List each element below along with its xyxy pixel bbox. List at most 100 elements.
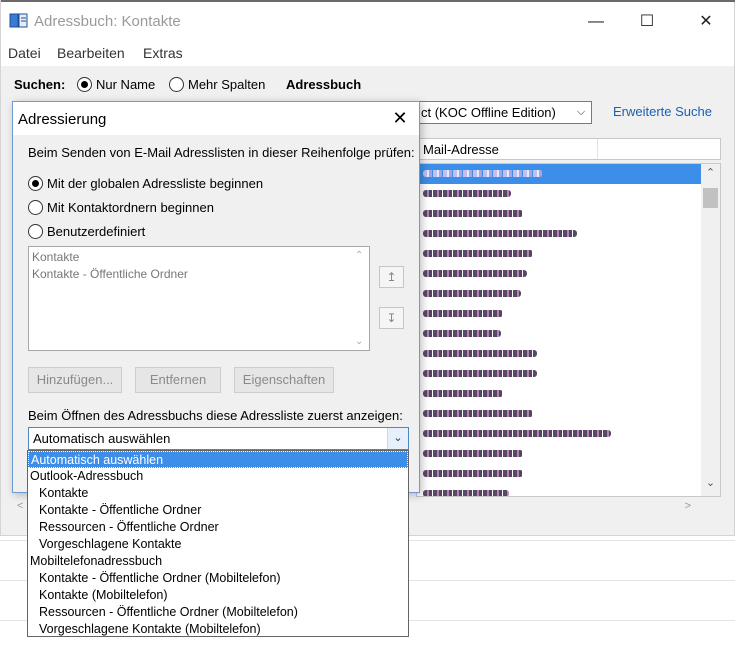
remove-button[interactable]: Entfernen <box>135 367 221 393</box>
radio-contact-folders[interactable] <box>28 200 43 215</box>
redacted-email <box>423 410 533 417</box>
scroll-left-icon[interactable]: < <box>17 500 23 512</box>
open-list-label: Beim Öffnen des Adressbuchs diese Adress… <box>28 408 403 423</box>
radio-custom-label: Benutzerdefiniert <box>47 224 146 239</box>
contact-row[interactable] <box>417 224 720 244</box>
scroll-up-icon[interactable]: ⌃ <box>355 250 363 261</box>
menu-datei[interactable]: Datei <box>8 45 41 61</box>
column-mail-address[interactable]: Mail-Adresse <box>423 142 499 157</box>
radio-more-columns-label: Mehr Spalten <box>188 77 266 92</box>
redacted-email <box>423 170 543 177</box>
order-list-scrollbar[interactable]: ⌃ ⌄ <box>352 247 369 350</box>
scroll-up-icon[interactable]: ⌃ <box>701 166 720 184</box>
column-separator[interactable] <box>597 139 598 159</box>
contact-list-header: Mail-Adresse <box>416 138 721 160</box>
chevron-down-icon[interactable]: ⌄ <box>387 428 408 449</box>
contact-rows <box>417 164 720 496</box>
contact-row[interactable] <box>417 404 720 424</box>
redacted-email <box>423 450 523 457</box>
redacted-email <box>423 390 503 397</box>
properties-button[interactable]: Eigenschaften <box>234 367 334 393</box>
menu-extras[interactable]: Extras <box>143 45 183 61</box>
contact-row[interactable] <box>417 384 720 404</box>
address-book-select-value: ct (KOC Offline Edition) <box>421 105 556 120</box>
contact-row[interactable] <box>417 344 720 364</box>
contact-row[interactable] <box>417 444 720 464</box>
contact-row[interactable] <box>417 424 720 444</box>
contact-row[interactable] <box>417 364 720 384</box>
redacted-email <box>423 430 611 437</box>
scroll-down-icon[interactable]: ⌄ <box>355 336 363 347</box>
add-button[interactable]: Hinzufügen... <box>28 367 122 393</box>
radio-global-list[interactable] <box>28 176 43 191</box>
list-item[interactable]: Kontakte <box>32 250 79 264</box>
close-window-button[interactable]: ✕ <box>683 8 729 36</box>
scroll-down-icon[interactable]: ⌄ <box>701 476 720 494</box>
dropdown-option[interactable]: Vorgeschlagene Kontakte <box>28 536 408 553</box>
dialog-titlebar[interactable]: Adressierung ✕ <box>13 102 419 135</box>
window-titlebar[interactable]: Adressbuch: Kontakte — ☐ ✕ <box>1 2 734 40</box>
contact-row[interactable] <box>417 184 720 204</box>
redacted-email <box>423 250 533 257</box>
minimize-button[interactable]: — <box>573 8 619 36</box>
radio-name-only-label: Nur Name <box>96 77 156 92</box>
dropdown-option[interactable]: Automatisch auswählen <box>28 451 408 468</box>
window-title: Adressbuch: Kontakte <box>34 13 181 30</box>
dropdown-option[interactable]: Ressourcen - Öffentliche Ordner <box>28 519 408 536</box>
dropdown-option[interactable]: Kontakte (Mobiltelefon) <box>28 587 408 604</box>
scroll-thumb[interactable] <box>703 188 718 208</box>
redacted-email <box>423 370 537 377</box>
radio-name-only[interactable] <box>77 77 92 92</box>
chevron-down-icon: ⌵ <box>576 106 586 118</box>
advanced-search-link[interactable]: Erweiterte Suche <box>613 104 712 119</box>
radio-contact-folders-label: Mit Kontaktordnern beginnen <box>47 200 214 215</box>
dropdown-option[interactable]: Kontakte <box>28 485 408 502</box>
redacted-email <box>423 210 523 217</box>
address-list-order[interactable]: Kontakte Kontakte - Öffentliche Ordner ⌃… <box>28 246 370 351</box>
address-book-label: Adressbuch <box>286 77 362 92</box>
redacted-email <box>423 230 577 237</box>
contact-list-scrollbar[interactable]: ⌃ ⌄ <box>701 164 720 496</box>
scroll-right-icon[interactable]: > <box>685 500 691 512</box>
redacted-email <box>423 330 501 337</box>
redacted-email <box>423 190 511 197</box>
contact-row[interactable] <box>417 304 720 324</box>
search-label: Suchen: <box>14 77 66 92</box>
dropdown-option[interactable]: Vorgeschlagene Kontakte (Mobiltelefon) <box>28 621 408 638</box>
close-icon[interactable]: ✕ <box>389 107 411 129</box>
contact-row[interactable] <box>417 164 720 184</box>
contact-list[interactable]: ⌃ ⌄ <box>416 163 721 497</box>
first-list-select[interactable]: Automatisch auswählen ⌄ <box>28 427 409 450</box>
contact-row[interactable] <box>417 264 720 284</box>
radio-global-list-label: Mit der globalen Adressliste beginnen <box>47 176 264 191</box>
dropdown-option[interactable]: Kontakte - Öffentliche Ordner <box>28 502 408 519</box>
addressing-dialog: Adressierung ✕ Beim Senden von E-Mail Ad… <box>12 101 420 493</box>
radio-custom[interactable] <box>28 224 43 239</box>
dropdown-option[interactable]: Mobiltelefonadressbuch <box>28 553 408 570</box>
list-item[interactable]: Kontakte - Öffentliche Ordner <box>32 267 188 281</box>
first-list-dropdown[interactable]: Automatisch auswählen Outlook-Adressbuch K… <box>27 450 409 637</box>
contact-row[interactable] <box>417 464 720 484</box>
maximize-button[interactable]: ☐ <box>624 8 670 36</box>
contact-row[interactable] <box>417 284 720 304</box>
dropdown-option[interactable]: Ressourcen - Öffentliche Ordner (Mobilte… <box>28 604 408 621</box>
redacted-email <box>423 490 509 496</box>
dialog-title: Adressierung <box>18 111 107 128</box>
move-up-button[interactable]: ↥ <box>379 266 404 288</box>
first-list-select-value: Automatisch auswählen <box>33 431 171 446</box>
address-book-select[interactable]: ct (KOC Offline Edition) ⌵ <box>416 101 592 124</box>
redacted-email <box>423 470 523 477</box>
move-down-button[interactable]: ↧ <box>379 307 404 329</box>
menu-bar: Datei Bearbeiten Extras <box>1 40 734 66</box>
dropdown-option[interactable]: Kontakte - Öffentliche Ordner (Mobiltele… <box>28 570 408 587</box>
redacted-email <box>423 290 521 297</box>
redacted-email <box>423 350 537 357</box>
contact-row[interactable] <box>417 484 720 496</box>
dropdown-option[interactable]: Outlook-Adressbuch <box>28 468 408 485</box>
radio-more-columns[interactable] <box>169 77 184 92</box>
contact-row[interactable] <box>417 244 720 264</box>
address-book-icon <box>9 13 28 28</box>
contact-row[interactable] <box>417 204 720 224</box>
menu-bearbeiten[interactable]: Bearbeiten <box>57 45 125 61</box>
contact-row[interactable] <box>417 324 720 344</box>
